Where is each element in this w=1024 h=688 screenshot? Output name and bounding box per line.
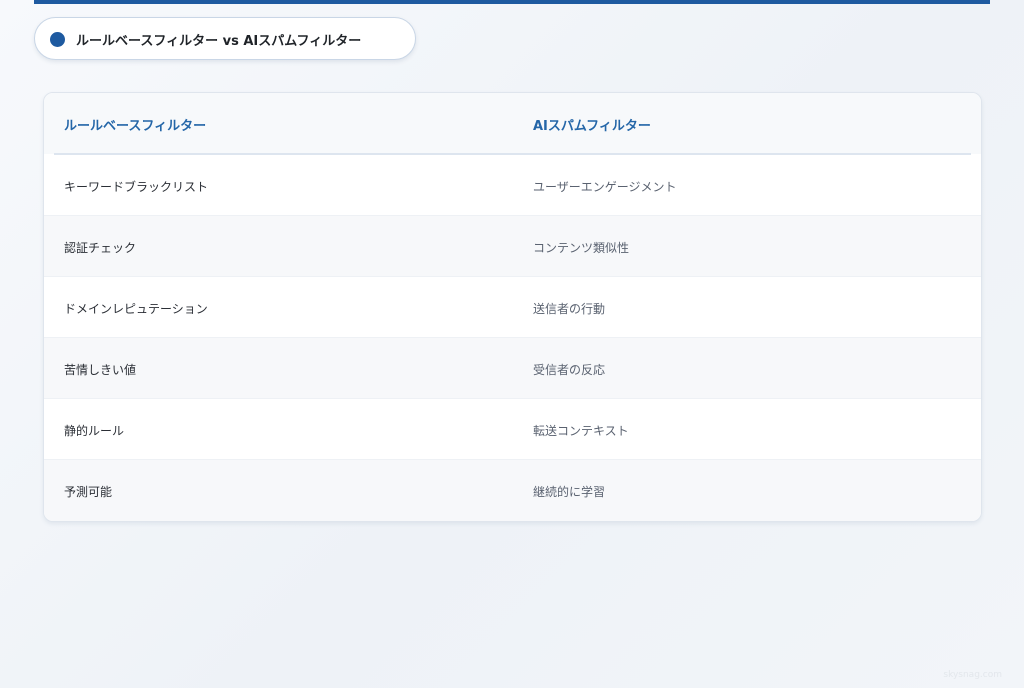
- ai-cell: コンテンツ類似性: [533, 241, 630, 255]
- ai-cell: 継続的に学習: [533, 485, 606, 499]
- rule-based-cell: 認証チェック: [64, 241, 137, 255]
- top-accent-bar: [34, 0, 990, 4]
- rule-based-cell: ドメインレピュテーション: [64, 302, 208, 316]
- table-row: キーワードブラックリスト ユーザーエンゲージメント: [44, 155, 981, 216]
- rule-based-cell: 予測可能: [64, 485, 113, 499]
- title-dot-icon: [50, 32, 65, 47]
- ai-cell: ユーザーエンゲージメント: [533, 180, 677, 194]
- table-row: 認証チェック コンテンツ類似性: [44, 216, 981, 277]
- ai-cell: 転送コンテキスト: [533, 424, 629, 438]
- comparison-table: ルールベースフィルター AIスパムフィルター キーワードブラックリスト ユーザー…: [43, 92, 982, 522]
- page-title: ルールベースフィルター vs AIスパムフィルター: [76, 34, 362, 49]
- rule-based-cell: キーワードブラックリスト: [64, 180, 209, 194]
- column-header-rule-based: ルールベースフィルター: [64, 119, 207, 134]
- column-header-ai: AIスパムフィルター: [533, 119, 651, 134]
- table-row: 静的ルール 転送コンテキスト: [44, 399, 981, 460]
- table-row: 苦情しきい値 受信者の反応: [44, 338, 981, 399]
- table-header-row: ルールベースフィルター AIスパムフィルター: [44, 93, 981, 154]
- ai-cell: 受信者の反応: [533, 363, 606, 377]
- table-row: 予測可能 継続的に学習: [44, 460, 981, 521]
- rule-based-cell: 静的ルール: [64, 424, 125, 438]
- title-pill: ルールベースフィルター vs AIスパムフィルター: [34, 17, 416, 60]
- watermark: skysnag.com: [943, 670, 1002, 680]
- rule-based-cell: 苦情しきい値: [64, 363, 137, 377]
- table-row: ドメインレピュテーション 送信者の行動: [44, 277, 981, 338]
- ai-cell: 送信者の行動: [533, 302, 606, 316]
